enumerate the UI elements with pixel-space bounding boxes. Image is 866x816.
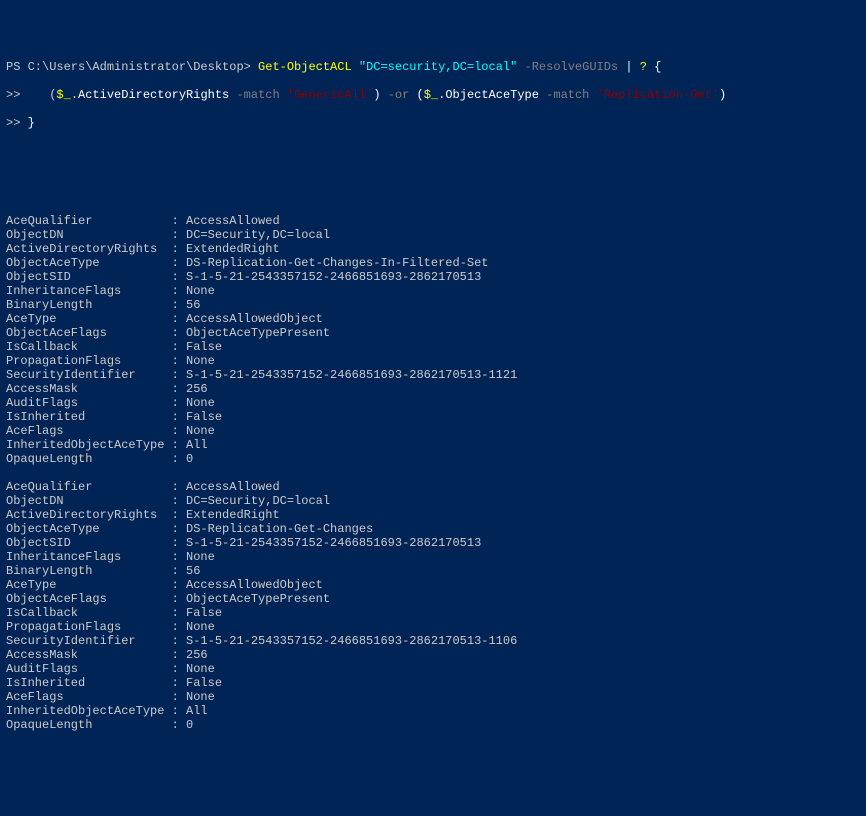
pipe: | bbox=[625, 60, 639, 74]
blank-line bbox=[6, 172, 860, 186]
paren-open: ( bbox=[417, 88, 424, 102]
output-property-line: AccessMask : 256 bbox=[6, 648, 860, 662]
output-property-line: AuditFlags : None bbox=[6, 396, 860, 410]
blank-line bbox=[6, 466, 860, 480]
output-property-line: IsCallback : False bbox=[6, 606, 860, 620]
output-property-line: AccessMask : 256 bbox=[6, 382, 860, 396]
output-property-line: InheritedObjectAceType : All bbox=[6, 438, 860, 452]
output-property-line: IsInherited : False bbox=[6, 410, 860, 424]
output-property-line: SecurityIdentifier : S-1-5-21-2543357152… bbox=[6, 634, 860, 648]
arg-string: "DC=security,DC=local" bbox=[359, 60, 525, 74]
output-property-line: ObjectAceType : DS-Replication-Get-Chang… bbox=[6, 256, 860, 270]
output-property-line: PropagationFlags : None bbox=[6, 620, 860, 634]
output-property-line: AuditFlags : None bbox=[6, 662, 860, 676]
output-records: AceQualifier : AccessAllowedObjectDN : D… bbox=[6, 214, 860, 746]
operator-match: -match bbox=[236, 88, 286, 102]
output-property-line: ObjectSID : S-1-5-21-2543357152-24668516… bbox=[6, 536, 860, 550]
output-property-line: ObjectDN : DC=Security,DC=local bbox=[6, 494, 860, 508]
continuation: >> ( bbox=[6, 88, 56, 102]
output-property-line: AceType : AccessAllowedObject bbox=[6, 578, 860, 592]
variable: $_ bbox=[56, 88, 70, 102]
prompt-line-2[interactable]: >> ($_.ActiveDirectoryRights -match 'Gen… bbox=[6, 88, 860, 102]
output-property-line: InheritanceFlags : None bbox=[6, 550, 860, 564]
output-property-line: ObjectDN : DC=Security,DC=local bbox=[6, 228, 860, 242]
output-property-line: ObjectSID : S-1-5-21-2543357152-24668516… bbox=[6, 270, 860, 284]
output-property-line: InheritanceFlags : None bbox=[6, 284, 860, 298]
operator-match: -match bbox=[546, 88, 596, 102]
output-property-line: SecurityIdentifier : S-1-5-21-2543357152… bbox=[6, 368, 860, 382]
cmdlet-name: Get-ObjectACL bbox=[258, 60, 359, 74]
output-property-line: ObjectAceFlags : ObjectAceTypePresent bbox=[6, 326, 860, 340]
brace-close: } bbox=[28, 116, 35, 130]
output-property-line: InheritedObjectAceType : All bbox=[6, 704, 860, 718]
property-access: .ActiveDirectoryRights bbox=[71, 88, 237, 102]
property-access: .ObjectAceType bbox=[438, 88, 546, 102]
prompt-line-1[interactable]: PS C:\Users\Administrator\Desktop> Get-O… bbox=[6, 60, 860, 74]
output-property-line: AceFlags : None bbox=[6, 424, 860, 438]
brace-open: { bbox=[654, 60, 661, 74]
output-property-line: BinaryLength : 56 bbox=[6, 564, 860, 578]
output-property-line: ActiveDirectoryRights : ExtendedRight bbox=[6, 242, 860, 256]
string-literal: 'Replication-Get' bbox=[597, 88, 719, 102]
output-property-line: ObjectAceFlags : ObjectAceTypePresent bbox=[6, 592, 860, 606]
variable: $_ bbox=[424, 88, 438, 102]
where-alias: ? bbox=[640, 60, 654, 74]
output-property-line: ObjectAceType : DS-Replication-Get-Chang… bbox=[6, 522, 860, 536]
operator-or: -or bbox=[388, 88, 417, 102]
prompt-line-3[interactable]: >> } bbox=[6, 116, 860, 130]
output-property-line: AceType : AccessAllowedObject bbox=[6, 312, 860, 326]
paren-close: ) bbox=[373, 88, 387, 102]
param-name: -ResolveGUIDs bbox=[525, 60, 626, 74]
string-literal: 'GenericAll' bbox=[287, 88, 373, 102]
prompt-path: PS C:\Users\Administrator\Desktop> bbox=[6, 60, 258, 74]
blank-line bbox=[6, 732, 860, 746]
output-property-line: PropagationFlags : None bbox=[6, 354, 860, 368]
output-property-line: OpaqueLength : 0 bbox=[6, 718, 860, 732]
paren-close: ) bbox=[719, 88, 726, 102]
output-property-line: AceQualifier : AccessAllowed bbox=[6, 214, 860, 228]
output-property-line: IsInherited : False bbox=[6, 676, 860, 690]
output-property-line: ActiveDirectoryRights : ExtendedRight bbox=[6, 508, 860, 522]
output-property-line: OpaqueLength : 0 bbox=[6, 452, 860, 466]
output-property-line: BinaryLength : 56 bbox=[6, 298, 860, 312]
output-property-line: IsCallback : False bbox=[6, 340, 860, 354]
output-property-line: AceQualifier : AccessAllowed bbox=[6, 480, 860, 494]
blank-line bbox=[6, 144, 860, 158]
continuation: >> bbox=[6, 116, 28, 130]
output-property-line: AceFlags : None bbox=[6, 690, 860, 704]
